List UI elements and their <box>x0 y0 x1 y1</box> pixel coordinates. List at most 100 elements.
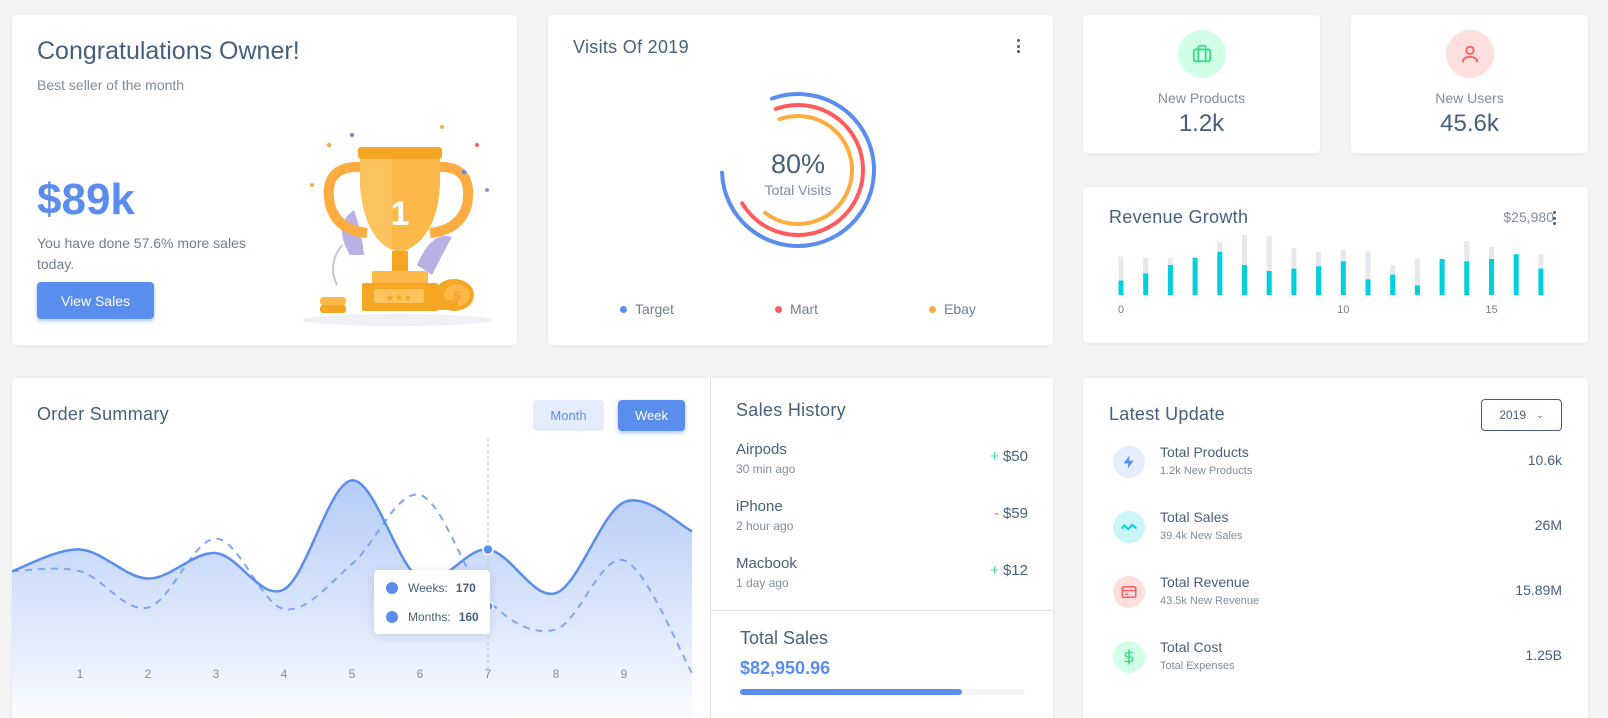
revenue-tick-label: 0 <box>1118 304 1124 316</box>
tooltip-months-label: Months: <box>408 610 451 624</box>
sales-price: $12 <box>1002 562 1028 579</box>
trophy-illustration: 1 ★★★ $ <box>302 125 492 326</box>
update-item-sub: 43.5k New Revenue <box>1160 595 1260 607</box>
tooltip-weeks-row: Weeks: 170 <box>386 581 476 595</box>
chevron-down-icon: ⌄ <box>1536 409 1544 420</box>
congrats-card: Congratulations Owner! Best seller of th… <box>12 15 517 345</box>
update-item-name: Total Cost <box>1160 639 1223 655</box>
visits-radial-chart: 80% Total Visits <box>720 92 876 248</box>
view-sales-button[interactable]: View Sales <box>37 282 154 319</box>
tooltip-weeks-value: 170 <box>455 581 476 595</box>
revenue-bar-chart: 0101520 <box>1118 235 1544 316</box>
visits-title: Visits Of 2019 <box>573 37 689 57</box>
visits-percent: 80% <box>771 149 825 179</box>
revenue-bar <box>1489 259 1494 295</box>
progress-fill <box>740 689 963 695</box>
visits-card: Visits Of 2019 80% Total Visits Target M… <box>548 15 1053 345</box>
update-item-revenue: Total Revenue 43.5k New Revenue 15.89M <box>1113 574 1562 614</box>
stat-label: New Users <box>1435 90 1504 106</box>
sales-item-time: 1 day ago <box>736 576 789 590</box>
latest-update-title: Latest Update <box>1109 404 1225 424</box>
tooltip-months-value: 160 <box>458 610 479 624</box>
legend-dot <box>620 305 627 313</box>
x-tick-label: 4 <box>281 667 288 681</box>
chart-tooltip: Weeks: 170 Months: 160 <box>374 570 490 634</box>
revenue-bar <box>1390 274 1396 295</box>
lightning-icon <box>1113 446 1145 478</box>
update-item-sales: Total Sales 39.4k New Sales 26M <box>1113 509 1562 549</box>
sales-item-name: iPhone <box>736 498 783 515</box>
sales-item-name: Macbook <box>736 555 797 572</box>
year-value: 2019 <box>1499 408 1527 422</box>
order-area-chart: 1 2 3 4 5 6 7 8 9 <box>12 438 693 718</box>
visits-label: Total Visits <box>765 182 832 198</box>
new-products-card: New Products 1.2k <box>1083 15 1320 153</box>
sales-item: iPhone 2 hour ago - $59 <box>736 498 1028 533</box>
update-item-name: Total Revenue <box>1160 574 1250 590</box>
revenue-bar <box>1513 254 1519 295</box>
sales-item: Macbook 1 day ago + $12 <box>736 555 1028 590</box>
week-toggle-button[interactable]: Week <box>618 400 685 431</box>
stat-value: 45.6k <box>1440 110 1499 137</box>
sales-history-title: Sales History <box>736 400 846 420</box>
legend-ebay: Ebay <box>929 301 976 317</box>
legend-target: Target <box>620 301 674 317</box>
legend-label: Ebay <box>944 301 976 317</box>
divider <box>711 610 1054 611</box>
svg-text:★★★: ★★★ <box>386 293 413 304</box>
sales-item-name: Airpods <box>736 441 787 458</box>
x-tick-label: 3 <box>213 667 220 681</box>
user-icon <box>1445 30 1494 78</box>
revenue-bar <box>1192 257 1198 295</box>
new-users-card: New Users 45.6k <box>1351 15 1588 153</box>
revenue-bar <box>1266 271 1272 295</box>
tooltip-months-row: Months: 160 <box>386 610 479 624</box>
revenue-bar <box>1340 261 1346 295</box>
legend-mart: Mart <box>775 301 818 317</box>
update-item-name: Total Sales <box>1160 509 1229 525</box>
weeks-area <box>12 480 692 718</box>
sales-sign: + <box>990 448 999 465</box>
congrats-title: Congratulations Owner! <box>37 37 300 65</box>
update-item-sub: 39.4k New Sales <box>1160 530 1243 542</box>
sales-item-time: 2 hour ago <box>736 519 794 533</box>
revenue-bar <box>1217 251 1223 295</box>
sales-item: Airpods 30 min ago + $50 <box>736 441 1028 476</box>
revenue-bar <box>1538 268 1544 295</box>
more-vertical-icon[interactable] <box>1010 37 1026 55</box>
x-tick-label: 2 <box>145 667 152 681</box>
update-item-products: Total Products 1.2k New Products 10.6k <box>1113 444 1562 484</box>
update-item-value: 26M <box>1534 517 1562 533</box>
sales-item-time: 30 min ago <box>736 462 796 476</box>
sales-price: $59 <box>1002 505 1028 522</box>
sales-price: $50 <box>1002 448 1028 465</box>
update-item-sub: Total Expenses <box>1160 660 1235 672</box>
year-select[interactable]: 2019 ⌄ <box>1481 399 1562 431</box>
credit-card-icon <box>1113 576 1145 608</box>
more-vertical-icon[interactable] <box>1546 209 1562 227</box>
sales-item-amount: - $59 <box>994 505 1028 522</box>
update-item-cost: Total Cost Total Expenses 1.25B <box>1113 639 1562 679</box>
stat-label: New Products <box>1157 90 1246 106</box>
svg-text:1: 1 <box>391 195 410 233</box>
sales-sign: + <box>990 562 999 579</box>
revenue-tick-label: 10 <box>1337 304 1349 316</box>
x-tick-label: 1 <box>77 667 84 681</box>
x-tick-label: 5 <box>349 667 356 681</box>
congrats-amount: $89k <box>37 175 135 224</box>
legend-dot <box>929 305 936 313</box>
month-toggle-button[interactable]: Month <box>533 400 604 431</box>
series-dot <box>386 611 398 623</box>
sales-item-amount: + $12 <box>990 562 1028 579</box>
revenue-bar <box>1242 265 1247 295</box>
sales-history-panel: Sales History Airpods 30 min ago + $50 iP… <box>710 378 1054 718</box>
revenue-tick-label: 15 <box>1485 304 1497 316</box>
series-dot <box>386 582 398 594</box>
revenue-bar <box>1167 265 1173 295</box>
tooltip-weeks-label: Weeks: <box>408 581 448 595</box>
legend-label: Target <box>635 301 674 317</box>
congrats-description: You have done 57.6% more sales today. <box>37 235 246 272</box>
update-item-value: 1.25B <box>1525 647 1562 663</box>
total-sales-label: Total Sales <box>740 628 829 648</box>
dollar-icon <box>1113 641 1145 673</box>
